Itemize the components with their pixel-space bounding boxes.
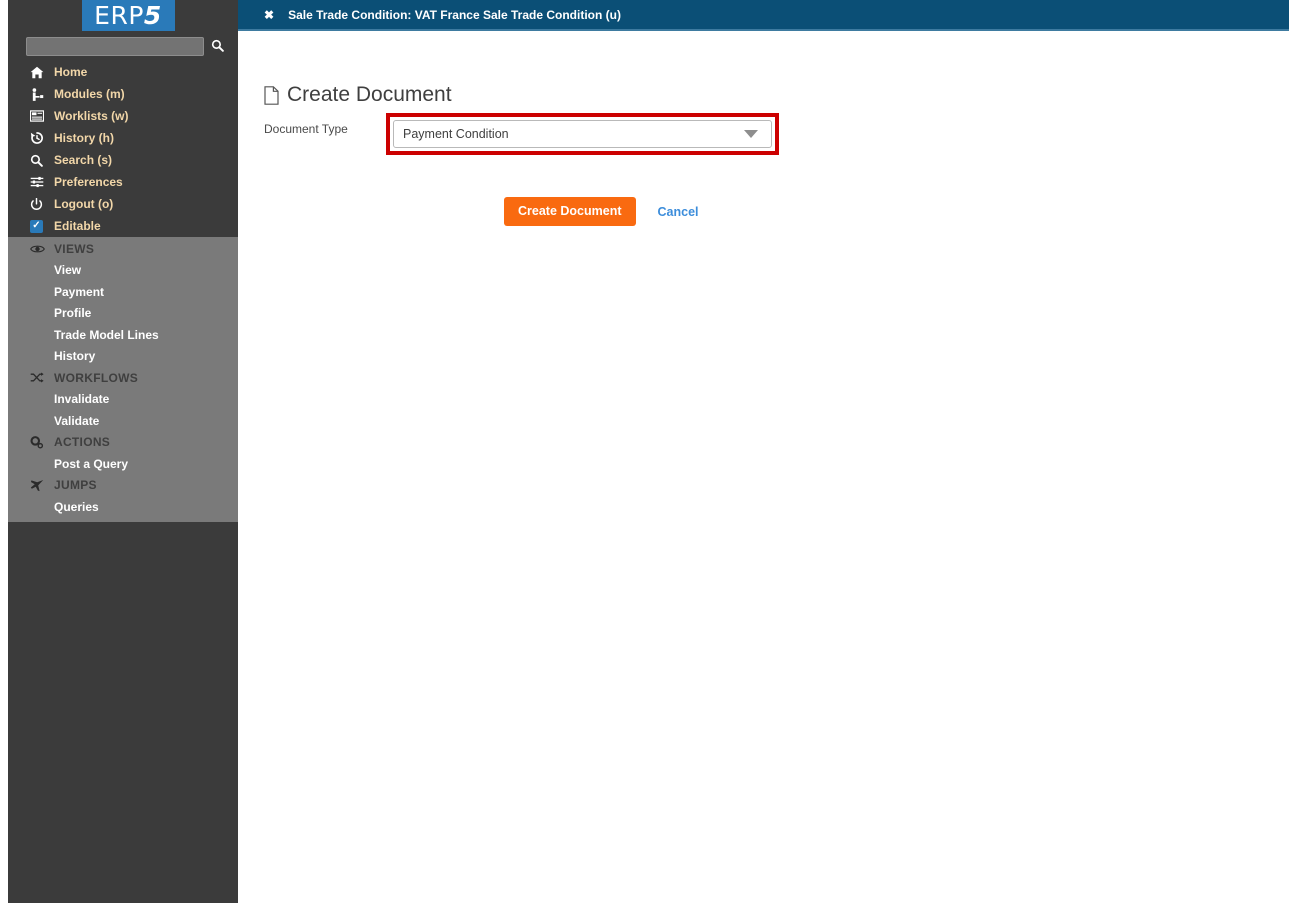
sliders-icon: [30, 176, 52, 188]
sidebar-item-label: Invalidate: [54, 392, 110, 407]
history-icon: [30, 131, 52, 145]
document-icon: [264, 85, 279, 105]
sidebar-section-workflows: WORKFLOWS: [8, 367, 238, 389]
document-type-field-row: Document Type Payment Condition: [264, 113, 1289, 155]
sidebar-search-row: [8, 31, 238, 61]
sidebar-item-label: Modules (m): [54, 87, 125, 101]
sidebar-item-label: Preferences: [54, 175, 123, 189]
sidebar-item-profile[interactable]: Profile: [8, 303, 238, 325]
sidebar-section-label: ACTIONS: [54, 435, 111, 450]
sidebar-item-label: Editable: [54, 219, 101, 233]
sidebar-section-jumps: JUMPS: [8, 475, 238, 497]
erp5-logo[interactable]: ERP5: [81, 0, 175, 31]
sidebar-item-label: View: [54, 263, 82, 278]
sidebar-item-label: History (h): [54, 131, 114, 145]
sidebar-section-label: WORKFLOWS: [54, 370, 139, 385]
chevron-down-icon[interactable]: [744, 130, 758, 138]
logo-primary-text: ERP: [94, 1, 144, 30]
sidebar-item-label: Post a Query: [54, 456, 129, 471]
sidebar-section-label: JUMPS: [54, 478, 97, 493]
sidebar-item-history[interactable]: History (h): [8, 127, 238, 149]
sidebar-section-label: VIEWS: [54, 241, 95, 256]
sidebar-item-history-view[interactable]: History: [8, 346, 238, 368]
highlight-box: Payment Condition: [386, 113, 779, 155]
sidebar-item-label: Payment: [54, 284, 105, 299]
sidebar-item-view[interactable]: View: [8, 260, 238, 282]
sidebar-item-label: Queries: [54, 499, 99, 514]
sidebar-item-home[interactable]: Home: [8, 61, 238, 83]
sidebar-item-invalidate[interactable]: Invalidate: [8, 389, 238, 411]
sidebar-item-label: Profile: [54, 306, 92, 321]
sidebar-item-payment[interactable]: Payment: [8, 281, 238, 303]
sidebar-item-label: History: [54, 349, 96, 364]
breadcrumb: Sale Trade Condition: VAT France Sale Tr…: [288, 7, 621, 22]
shuffle-icon: [30, 372, 52, 383]
sidebar-main-menu: Home Modules (m) Worklists (w) History (…: [8, 61, 238, 237]
sidebar-actions-panel: VIEWS View Payment Profile Trade Model L…: [8, 237, 238, 522]
sidebar-item-search[interactable]: Search (s): [8, 149, 238, 171]
main-content: Create Document Document Type Payment Co…: [238, 33, 1289, 903]
page-title-text: Create Document: [287, 83, 452, 106]
sidebar-item-label: Worklists (w): [54, 109, 129, 123]
gears-icon: [30, 435, 52, 449]
sidebar-section-views: VIEWS: [8, 238, 238, 260]
sidebar-item-editable[interactable]: ✓ Editable: [8, 215, 238, 237]
form-actions: Create Document Cancel: [504, 197, 1289, 226]
sidebar-item-label: Validate: [54, 413, 100, 428]
sidebar-item-label: Logout (o): [54, 197, 114, 211]
sidebar-item-validate[interactable]: Validate: [8, 410, 238, 432]
document-type-label: Document Type: [264, 122, 348, 136]
sidebar-item-label: Home: [54, 65, 88, 79]
sidebar-section-actions: ACTIONS: [8, 432, 238, 454]
sidebar-item-trade-model-lines[interactable]: Trade Model Lines: [8, 324, 238, 346]
sidebar-item-queries[interactable]: Queries: [8, 496, 238, 518]
checkbox-checked-icon[interactable]: ✓: [30, 219, 52, 233]
sidebar-views-group: VIEWS View Payment Profile Trade Model L…: [8, 238, 238, 518]
cancel-link[interactable]: Cancel: [658, 205, 699, 219]
top-bar: ✖ Sale Trade Condition: VAT France Sale …: [238, 0, 1289, 31]
brand-logo-container: ERP5: [8, 0, 238, 31]
sidebar-item-post-a-query[interactable]: Post a Query: [8, 453, 238, 475]
sidebar-item-logout[interactable]: Logout (o): [8, 193, 238, 215]
page-title: Create Document: [264, 83, 1289, 107]
sidebar-item-preferences[interactable]: Preferences: [8, 171, 238, 193]
power-icon: [30, 197, 52, 211]
create-document-button[interactable]: Create Document: [504, 197, 636, 226]
worklists-icon: [30, 110, 52, 122]
close-icon[interactable]: ✖: [264, 9, 274, 21]
plane-icon: [30, 479, 52, 492]
eye-icon: [30, 244, 52, 254]
home-icon: [30, 66, 52, 79]
document-type-select[interactable]: Payment Condition: [393, 120, 772, 148]
sidebar-item-modules[interactable]: Modules (m): [8, 83, 238, 105]
search-input[interactable]: [26, 37, 204, 56]
sidebar-item-label: Search (s): [54, 153, 113, 167]
sidebar-item-label: Trade Model Lines: [54, 327, 159, 342]
logo-accent-text: 5: [143, 1, 162, 30]
search-icon[interactable]: [211, 39, 224, 54]
sidebar-item-worklists[interactable]: Worklists (w): [8, 105, 238, 127]
document-type-selected-value: Payment Condition: [403, 127, 509, 141]
modules-icon: [30, 87, 52, 101]
sidebar: ERP5 Home Modules (m) Worklists (w) Hist…: [8, 0, 238, 903]
search-icon: [30, 154, 52, 167]
